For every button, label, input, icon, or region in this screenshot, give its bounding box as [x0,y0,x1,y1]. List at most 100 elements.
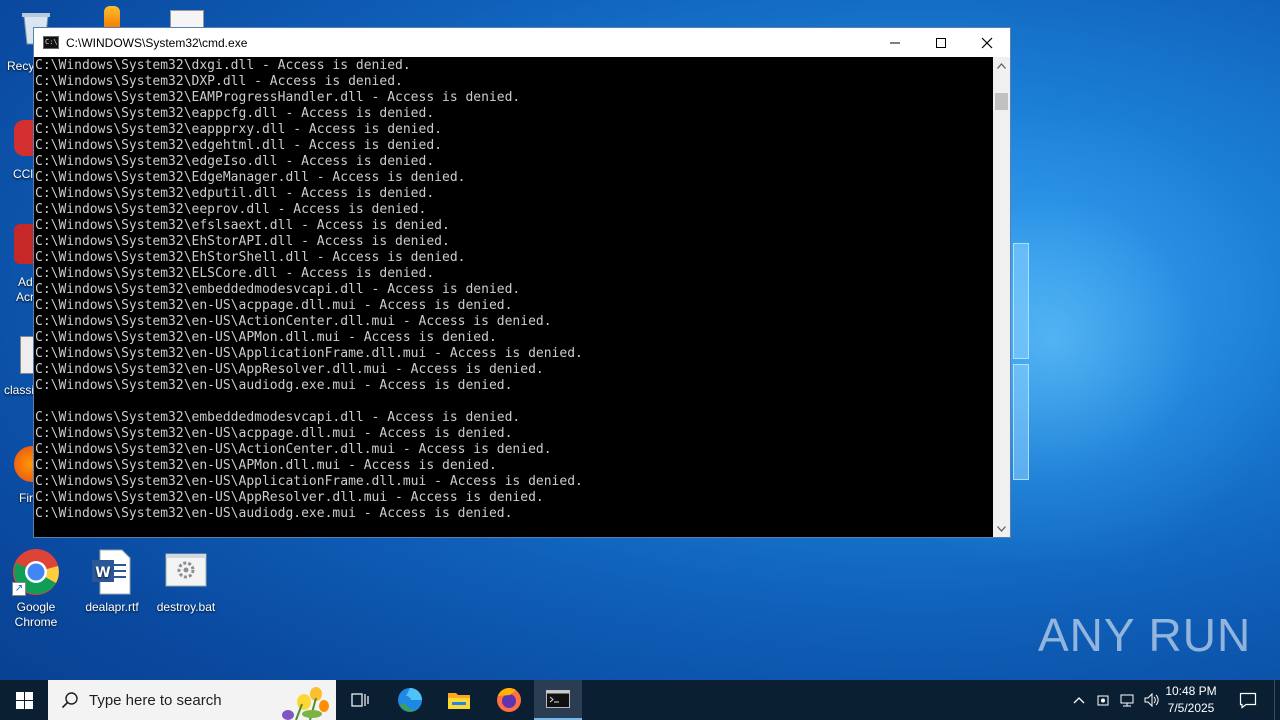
desktop-icon-label: Chrome [14,615,58,629]
network-icon [1120,694,1134,707]
console-line: C:\Windows\System32\en-US\ActionCenter.d… [35,442,552,457]
desktop-label-acrobat-2: Acr [16,290,34,304]
windows-logo-icon [15,691,33,709]
batch-file-icon [162,548,210,596]
vertical-scrollbar[interactable] [993,57,1010,537]
maximize-icon [936,37,946,48]
anyrun-watermark: ANY RUN [1038,608,1251,662]
taskbar-file-explorer[interactable] [434,680,484,720]
folder-icon [448,693,470,709]
console-line: C:\Windows\System32\en-US\ActionCenter.d… [35,314,552,329]
console-line: C:\Windows\System32\en-US\acppage.dll.mu… [35,298,513,313]
action-center-button[interactable] [1228,680,1268,720]
acrobat-icon[interactable] [14,224,34,264]
clock-time: 10:48 PM [1165,684,1217,698]
tray-app-icon [1097,695,1109,706]
scroll-down-button[interactable] [993,520,1010,537]
desktop-icon-label: destroy.bat [156,600,216,614]
search-placeholder: Type here to search [89,691,222,709]
taskbar-clock[interactable]: 10:48 PM 7/5/2025 [1160,683,1222,717]
console-line: C:\Windows\System32\en-US\AppResolver.dl… [35,490,544,505]
scroll-up-button[interactable] [993,57,1010,74]
cmd-window[interactable]: C:\ C:\WINDOWS\System32\cmd.exe C:\Windo… [33,27,1011,538]
notification-icon [1239,692,1257,709]
console-line: C:\Windows\System32\embeddedmodesvcapi.d… [35,410,521,425]
console-line: C:\Windows\System32\ELSCore.dll - Access… [35,266,435,281]
console-line: C:\Windows\System32\eappprxy.dll - Acces… [35,122,442,137]
console-line: C:\Windows\System32\EAMProgressHandler.d… [35,90,521,105]
console-line: C:\Windows\System32\en-US\AppResolver.dl… [35,362,544,377]
close-button[interactable] [964,28,1010,57]
search-highlight-flowers-icon [282,687,329,720]
wallpaper-logo-pane [1013,243,1029,359]
console-line: C:\Windows\System32\edgeIso.dll - Access… [35,154,435,169]
tray-app-icon-button[interactable] [1092,680,1114,720]
console-line: C:\Windows\System32\efslsaext.dll - Acce… [35,218,450,233]
desktop-label-classic: classi [4,383,35,397]
network-status-button[interactable] [1116,680,1138,720]
console-line: C:\Windows\System32\en-US\ApplicationFra… [35,346,583,361]
taskbar-firefox[interactable] [484,680,534,720]
console-line: C:\Windows\System32\eappcfg.dll - Access… [35,106,435,121]
desktop-icon-dealapr[interactable]: W dealapr.rtf [76,548,148,615]
taskbar-search-box[interactable]: Type here to search [48,680,336,720]
firefox-installer-icon[interactable] [104,6,120,28]
console-line: C:\Windows\System32\embeddedmodesvcapi.d… [35,282,521,297]
task-view-button[interactable] [336,680,384,720]
svg-text:W: W [95,565,110,581]
console-line: C:\Windows\System32\en-US\audiodg.exe.mu… [35,506,513,521]
console-line: C:\Windows\System32\en-US\APMon.dll.mui … [35,330,497,345]
desktop-label-firefox: Fir [19,491,33,505]
console-line: C:\Windows\System32\eeprov.dll - Access … [35,202,427,217]
console-line: C:\Windows\System32\en-US\audiodg.exe.mu… [35,378,513,393]
window-titlebar[interactable]: C:\ C:\WINDOWS\System32\cmd.exe [34,28,1010,57]
console-line: C:\Windows\System32\dxgi.dll - Access is… [35,58,411,73]
taskbar: Type here to search 10:48 PM 7/5/2025 [0,680,1280,720]
console-line: C:\Windows\System32\DXP.dll - Access is … [35,74,403,89]
maximize-button[interactable] [918,28,964,57]
volume-button[interactable] [1140,680,1162,720]
desktop-label-acrobat-1: Ad [18,275,33,289]
console-output[interactable]: C:\Windows\System32\dxgi.dll - Access is… [34,57,995,538]
console-line: C:\Windows\System32\en-US\APMon.dll.mui … [35,458,497,473]
cmd-icon: C:\ [43,36,59,49]
chrome-icon: ↗ [12,548,60,596]
start-button[interactable] [0,680,48,720]
desktop-icon-label: Google [16,600,56,614]
word-document-icon: W [88,548,136,596]
desktop-icon-destroy-bat[interactable]: destroy.bat [150,548,222,615]
scroll-thumb[interactable] [995,93,1008,110]
desktop-icon-google-chrome[interactable]: ↗ Google Chrome [0,548,72,630]
close-icon [981,37,993,48]
firefox-icon [497,687,521,712]
task-view-icon [351,693,369,707]
show-hidden-icons-button[interactable] [1068,680,1090,720]
chevron-up-icon [997,62,1006,69]
console-line: C:\Windows\System32\edgehtml.dll - Acces… [35,138,442,153]
cmd-taskbar-icon [546,690,570,708]
shortcut-arrow-icon: ↗ [12,582,26,596]
firefox-icon[interactable] [14,446,34,482]
show-desktop-button[interactable] [1274,680,1280,720]
taskbar-cmd-active[interactable] [534,680,582,720]
search-icon [61,692,78,709]
console-line: C:\Windows\System32\edputil.dll - Access… [35,186,435,201]
console-line: C:\Windows\System32\EhStorShell.dll - Ac… [35,250,466,265]
watermark-text: ANY RUN [1038,609,1252,661]
console-line: C:\Windows\System32\EhStorAPI.dll - Acce… [35,234,450,249]
console-line: C:\Windows\System32\en-US\ApplicationFra… [35,474,583,489]
desktop-icon-label: dealapr.rtf [85,600,139,614]
minimize-button[interactable] [872,28,918,57]
chevron-down-icon [997,525,1006,532]
console-line: C:\Windows\System32\en-US\acppage.dll.mu… [35,426,513,441]
edge-icon [398,688,422,712]
volume-icon [1144,692,1159,708]
taskbar-edge[interactable] [386,680,434,720]
desktop-label-ccleaner: CCl [13,167,33,181]
window-title: C:\WINDOWS\System32\cmd.exe [66,35,248,50]
ccleaner-icon[interactable] [14,120,34,156]
console-line: C:\Windows\System32\EdgeManager.dll - Ac… [35,170,466,185]
chevron-up-icon [1073,697,1085,704]
minimize-icon [890,42,900,43]
